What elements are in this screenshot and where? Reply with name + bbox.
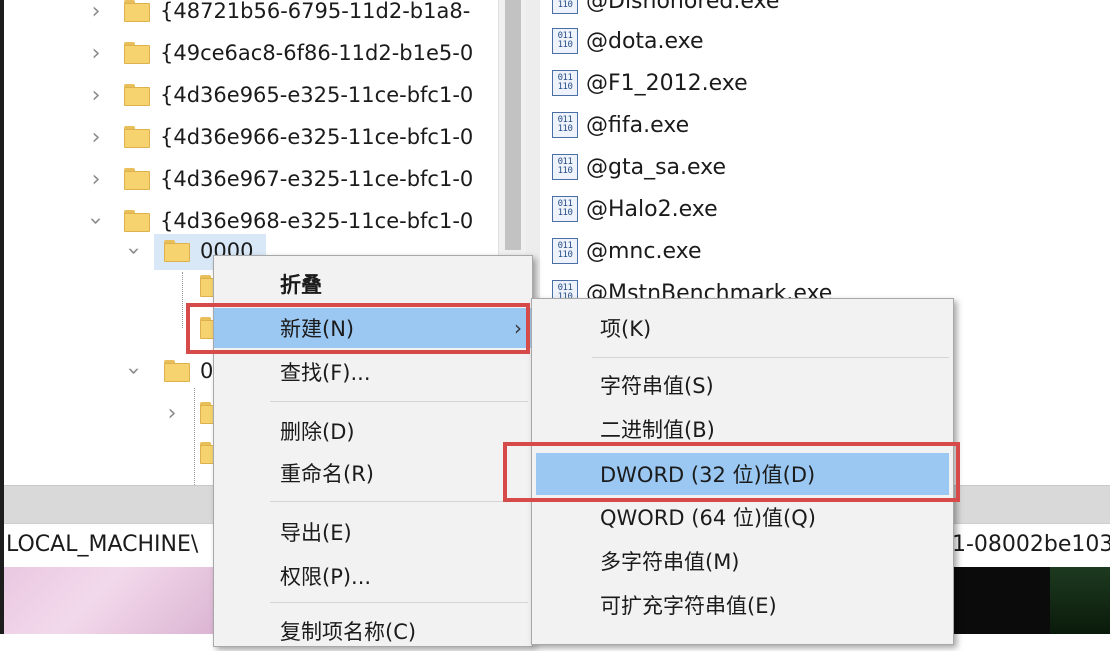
menu-separator [270, 401, 528, 402]
tree-item-label: {4d36e966-e325-11ce-bfc1-0 [160, 125, 474, 149]
chevron-right-icon[interactable]: › [84, 116, 108, 158]
menu-item-export[interactable]: 导出(E) [214, 512, 532, 552]
submenu-item-key[interactable]: 项(K) [532, 308, 953, 348]
menu-item-label: 查找(F)... [280, 361, 371, 385]
menu-item-new[interactable]: 新建(N) › [214, 308, 532, 348]
tree-item-label: {48721b56-6795-11d2-b1a8- [160, 0, 471, 23]
menu-item-label: 复制项名称(C) [280, 620, 417, 644]
chevron-right-icon[interactable]: › [84, 0, 108, 32]
value-name: @F1_2012.exe [586, 70, 748, 96]
menu-item-label: DWORD (32 位)值(D) [600, 463, 816, 487]
registry-binary-value-icon: 011110 [552, 70, 578, 96]
tree-item-label: {4d36e967-e325-11ce-bfc1-0 [160, 167, 474, 191]
scrollbar-thumb[interactable] [505, 0, 521, 250]
tree-item[interactable]: › {4d36e965-e325-11ce-bfc1-0 [4, 74, 498, 116]
desktop-background [948, 567, 1110, 634]
value-name: @mnc.exe [586, 238, 702, 264]
folder-icon [124, 168, 150, 190]
tree-item[interactable]: › {4d36e967-e325-11ce-bfc1-0 [4, 158, 498, 200]
menu-item-collapse[interactable]: 折叠 [214, 264, 532, 304]
registry-binary-value-icon: 011110 [552, 0, 578, 14]
value-row[interactable]: 011 110 @F1_2012.exe [540, 62, 1110, 104]
value-row[interactable]: 011110 @Dishonored.exe [540, 0, 1110, 22]
value-name: @Dishonored.exe [586, 0, 780, 14]
menu-separator [270, 602, 528, 603]
folder-icon [124, 84, 150, 106]
value-row[interactable]: 011 110 @gta_sa.exe [540, 146, 1110, 188]
chevron-right-icon[interactable]: › [84, 74, 108, 116]
menu-item-label: 二进制值(B) [600, 418, 715, 442]
tree-item-label: {49ce6ac8-6f86-11d2-b1e5-0 [160, 41, 474, 65]
menu-item-label: 导出(E) [280, 521, 352, 545]
context-menu: 折叠 新建(N) › 查找(F)... 删除(D) 重命名(R) 导出(E) 权… [213, 255, 533, 647]
tree-item-label: {4d36e965-e325-11ce-bfc1-0 [160, 83, 474, 107]
menu-item-label: 折叠 [280, 273, 322, 297]
menu-separator [270, 501, 528, 502]
tree-item[interactable]: › {49ce6ac8-6f86-11d2-b1e5-0 [4, 32, 498, 74]
folder-open-icon [164, 240, 190, 262]
value-row[interactable]: 011 110 @Halo2.exe [540, 188, 1110, 230]
value-name: @fifa.exe [586, 112, 690, 138]
registry-binary-value-icon: 011110 [552, 112, 578, 138]
menu-item-copy-key-name[interactable]: 复制项名称(C) [214, 611, 532, 651]
submenu-arrow-icon: › [514, 316, 522, 340]
chevron-right-icon[interactable]: › [84, 158, 108, 200]
menu-item-delete[interactable]: 删除(D) [214, 411, 532, 451]
registry-binary-value-icon: 011110 [552, 196, 578, 222]
registry-binary-value-icon: 011110 [552, 28, 578, 54]
submenu-item-qword-value[interactable]: QWORD (64 位)值(Q) [532, 497, 953, 537]
value-row[interactable]: 011 110 @dota.exe [540, 20, 1110, 62]
menu-item-label: QWORD (64 位)值(Q) [600, 506, 816, 530]
value-name: @dota.exe [586, 28, 704, 54]
menu-item-permissions[interactable]: 权限(P)... [214, 556, 532, 596]
value-row[interactable]: 011 110 @mnc.exe [540, 230, 1110, 272]
chevron-right-icon[interactable]: › [160, 392, 184, 434]
status-path-right: 1-08002be103 [952, 532, 1110, 557]
folder-open-icon [164, 360, 190, 382]
menu-item-label: 项(K) [600, 317, 652, 341]
menu-item-label: 字符串值(S) [600, 374, 714, 398]
value-name: @Halo2.exe [586, 196, 718, 222]
menu-item-label: 重命名(R) [280, 462, 374, 486]
chevron-right-icon[interactable]: › [84, 32, 108, 74]
chevron-down-icon[interactable]: › [113, 239, 155, 263]
registry-binary-value-icon: 011110 [552, 238, 578, 264]
value-name: @gta_sa.exe [586, 154, 727, 180]
submenu-item-expandable-string-value[interactable]: 可扩充字符串值(E) [532, 585, 953, 625]
folder-open-icon [124, 210, 150, 232]
submenu-item-string-value[interactable]: 字符串值(S) [532, 365, 953, 405]
desktop-background [4, 567, 234, 634]
tree-item[interactable]: › {4d36e966-e325-11ce-bfc1-0 [4, 116, 498, 158]
folder-icon [124, 126, 150, 148]
submenu-item-multi-string-value[interactable]: 多字符串值(M) [532, 541, 953, 581]
menu-item-find[interactable]: 查找(F)... [214, 352, 532, 392]
menu-separator [592, 357, 949, 358]
menu-item-label: 删除(D) [280, 420, 355, 444]
folder-icon [124, 42, 150, 64]
status-path-left: LOCAL_MACHINE\ [6, 532, 199, 557]
tree-item-label: 0 [200, 359, 214, 383]
submenu-item-binary-value[interactable]: 二进制值(B) [532, 409, 953, 449]
chevron-down-icon[interactable]: › [113, 359, 155, 383]
menu-item-label: 新建(N) [280, 317, 355, 341]
menu-item-label: 权限(P)... [280, 565, 372, 589]
menu-item-label: 多字符串值(M) [600, 550, 740, 574]
tree-item[interactable]: › {48721b56-6795-11d2-b1a8- [4, 0, 498, 32]
menu-item-label: 可扩充字符串值(E) [600, 594, 777, 618]
submenu-item-dword-value[interactable]: DWORD (32 位)值(D) [536, 453, 949, 495]
value-row[interactable]: 011 110 @fifa.exe [540, 104, 1110, 146]
menu-item-rename[interactable]: 重命名(R) [214, 453, 532, 493]
new-submenu: 项(K) 字符串值(S) 二进制值(B) DWORD (32 位)值(D) QW… [531, 298, 954, 645]
folder-icon [124, 0, 150, 22]
registry-binary-value-icon: 011110 [552, 154, 578, 180]
